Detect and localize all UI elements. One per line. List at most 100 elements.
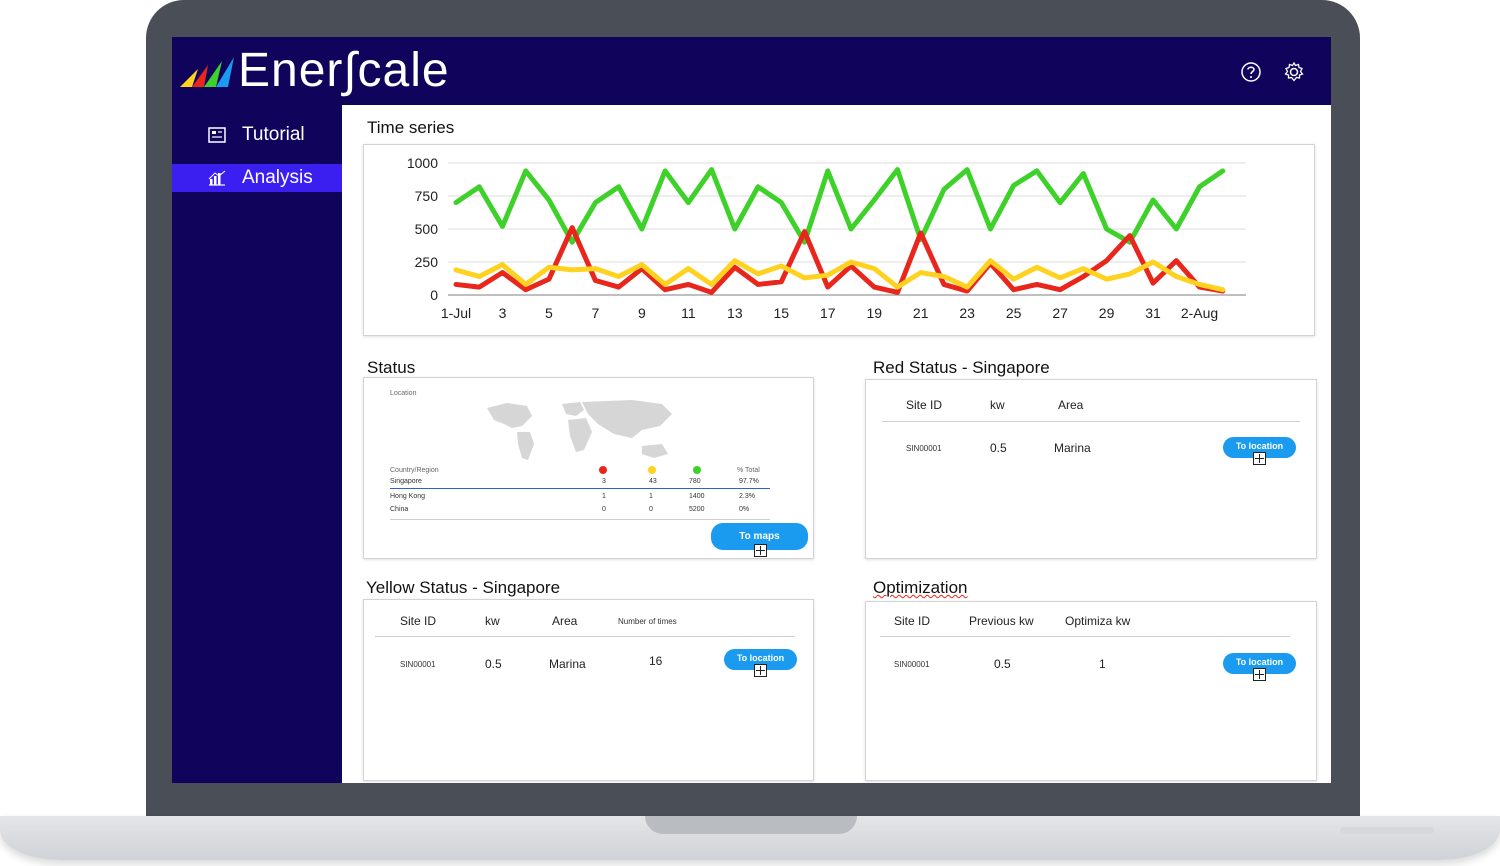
cell-previous-kw: 0.5 <box>994 657 1011 671</box>
app-logo-text: Ener∫cale <box>238 44 450 97</box>
x-tick-label: 21 <box>913 305 929 321</box>
cell-site-id: SIN00001 <box>400 660 436 669</box>
col-previous-kw: Previous kw <box>969 614 1034 628</box>
status-red-dot <box>599 466 607 474</box>
x-tick-label: 29 <box>1099 305 1115 321</box>
status-yellow-dot <box>648 466 656 474</box>
time-series-chart: 0 250 500 750 1000 1-Jul 3 5 7 9 11 13 15 17 19 21 23 25 2… <box>407 155 1246 321</box>
x-tick-label: 19 <box>866 305 882 321</box>
status-cell-pct: 97.7% <box>739 478 759 485</box>
yellow-status-card: Site ID kw Area Number of times SIN00001… <box>363 599 814 781</box>
sidebar: Tutorial Analysis <box>172 105 342 783</box>
status-cell-country: Hong Kong <box>390 493 426 500</box>
col-site-id: Site ID <box>906 398 943 412</box>
time-series-card: 0 250 500 750 1000 1-Jul 3 5 7 9 11 13 15 17 19 21 23 25 2… <box>363 144 1315 336</box>
laptop-foot <box>1340 827 1434 834</box>
status-row-divider <box>390 488 770 489</box>
x-tick-label: 2-Aug <box>1181 305 1218 321</box>
status-green-dot <box>693 466 701 474</box>
status-card: Location Country/Region % Total Singapor… <box>363 377 814 559</box>
x-tick-label: 15 <box>774 305 790 321</box>
x-tick-label: 5 <box>545 305 553 321</box>
col-optimized-kw: Optimiza kw <box>1065 614 1131 628</box>
logo-mark-icon <box>180 57 234 87</box>
x-tick-label: 3 <box>499 305 507 321</box>
x-tick-label: 17 <box>820 305 836 321</box>
expand-icon <box>754 544 767 557</box>
sidebar-item-label: Analysis <box>242 167 313 188</box>
status-cell-yellow: 1 <box>649 493 653 500</box>
status-cell-green: 5200 <box>689 506 705 513</box>
expand-icon <box>1253 452 1266 465</box>
cell-area: Marina <box>549 657 586 671</box>
document-icon <box>208 127 226 143</box>
bar-chart-icon <box>208 170 226 186</box>
x-tick-label: 25 <box>1006 305 1022 321</box>
app-header: Ener∫cale <box>172 37 1331 105</box>
status-cell-yellow: 43 <box>649 478 657 485</box>
optimization-card: Site ID Previous kw Optimiza kw SIN00001… <box>865 601 1317 781</box>
x-tick-label: 31 <box>1145 305 1161 321</box>
y-tick-label: 750 <box>415 188 439 204</box>
y-tick-label: 1000 <box>407 155 438 171</box>
cell-kw: 0.5 <box>485 657 502 671</box>
col-kw: kw <box>990 398 1005 412</box>
status-cell-red: 1 <box>602 493 606 500</box>
optimization-title: Optimization <box>873 578 968 597</box>
col-kw: kw <box>485 614 500 628</box>
table-header-divider <box>375 636 795 637</box>
status-cell-red: 0 <box>602 506 606 513</box>
status-cell-red: 3 <box>602 478 606 485</box>
x-tick-label: 9 <box>638 305 646 321</box>
map-label: Location <box>390 390 417 397</box>
sidebar-item-analysis[interactable]: Analysis <box>172 164 342 192</box>
sidebar-item-tutorial[interactable]: Tutorial <box>172 121 342 149</box>
col-number-of-times: Number of times <box>618 617 677 626</box>
status-table-bottom <box>390 519 770 520</box>
col-site-id: Site ID <box>894 614 931 628</box>
col-site-id: Site ID <box>400 614 437 628</box>
red-status-card: Site ID kw Area SIN00001 0.5 Marina To l… <box>865 379 1317 559</box>
x-tick-label: 27 <box>1052 305 1068 321</box>
yellow-status-title: Yellow Status - Singapore <box>366 578 561 597</box>
status-cell-green: 1400 <box>689 493 705 500</box>
y-tick-label: 0 <box>430 287 438 303</box>
main-content: Time series 0 250 500 750 1000 1-Jul 3 5 7 9 11 13 1… <box>342 105 1331 783</box>
status-cell-pct: 0% <box>739 506 750 513</box>
status-col-pct: % Total <box>737 467 760 474</box>
status-title: Status <box>367 358 416 377</box>
expand-icon <box>754 664 767 677</box>
status-cell-yellow: 0 <box>649 506 653 513</box>
cell-optimized-kw: 1 <box>1099 657 1106 671</box>
time-series-title: Time series <box>367 118 455 137</box>
x-tick-label: 11 <box>681 305 696 321</box>
x-tick-label: 7 <box>592 305 600 321</box>
cell-number-of-times: 16 <box>649 654 663 668</box>
laptop-notch <box>645 816 857 834</box>
status-cell-pct: 2.3% <box>739 493 755 500</box>
cell-area: Marina <box>1054 441 1091 455</box>
status-cell-country: Singapore <box>390 478 422 485</box>
sidebar-item-label: Tutorial <box>242 124 305 145</box>
cell-site-id: SIN00001 <box>906 444 942 453</box>
expand-icon <box>1253 668 1266 681</box>
help-circle-icon[interactable] <box>1240 61 1262 83</box>
y-tick-label: 500 <box>415 221 439 237</box>
col-area: Area <box>1058 398 1084 412</box>
screen: Ener∫cale Tutorial Analysis Time series … <box>172 37 1331 783</box>
cell-site-id: SIN00001 <box>894 660 930 669</box>
red-status-title: Red Status - Singapore <box>873 358 1050 377</box>
table-header-divider <box>882 421 1300 422</box>
status-cell-green: 780 <box>689 478 701 485</box>
gear-icon[interactable] <box>1283 61 1305 83</box>
cell-kw: 0.5 <box>990 441 1007 455</box>
status-cell-country: China <box>390 506 409 513</box>
x-tick-label: 13 <box>727 305 743 321</box>
x-tick-label: 1-Jul <box>441 305 471 321</box>
world-map[interactable] <box>482 398 687 468</box>
x-tick-label: 23 <box>959 305 975 321</box>
y-tick-label: 250 <box>415 254 439 270</box>
table-header-divider <box>880 636 1290 637</box>
status-col-country: Country/Region <box>390 467 439 474</box>
col-area: Area <box>552 614 578 628</box>
